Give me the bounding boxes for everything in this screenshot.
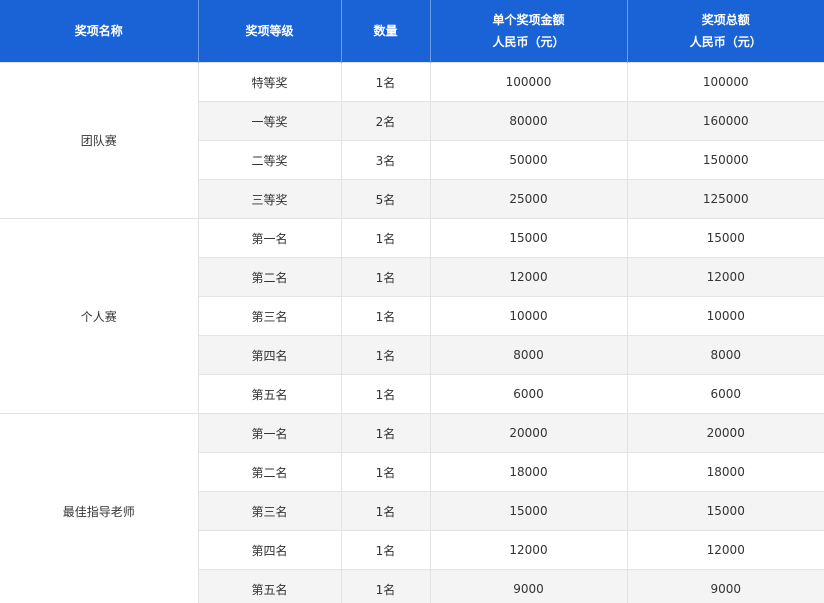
total-amount-cell: 15000	[626, 218, 824, 258]
prize-level-cell: 第五名	[198, 374, 342, 414]
header-row: 奖项名称 奖项等级 数量 单个奖项金额 人民币（元） 奖项总额 人民币（元）	[0, 0, 824, 63]
prize-level-cell: 三等奖	[198, 179, 342, 219]
unit-amount-cell: 80000	[429, 101, 628, 141]
table-body: 团队赛 特等奖 1名 100000 100000 一等奖 2名 80000 160000 二等奖 3…	[0, 62, 824, 603]
total-amount-cell: 9000	[626, 569, 824, 603]
header-prize-level: 奖项等级	[197, 0, 342, 63]
prize-level-cell: 二等奖	[198, 140, 342, 180]
unit-amount-cell: 25000	[429, 179, 628, 219]
total-amount-cell: 20000	[626, 413, 824, 453]
prize-table: 奖项名称 奖项等级 数量 单个奖项金额 人民币（元） 奖项总额 人民币（元） 团…	[0, 0, 824, 603]
total-amount-cell: 18000	[626, 452, 824, 492]
prize-level-cell: 特等奖	[197, 62, 342, 102]
unit-amount-cell: 9000	[429, 569, 628, 603]
prize-level-cell: 第二名	[198, 452, 342, 492]
unit-amount-cell: 12000	[429, 530, 628, 570]
prize-level-cell: 第四名	[198, 335, 342, 375]
quantity-cell: 1名	[340, 374, 431, 414]
total-amount-cell: 12000	[626, 530, 824, 570]
unit-amount-cell: 50000	[429, 140, 628, 180]
unit-amount-cell: 12000	[429, 257, 628, 297]
unit-amount-cell: 15000	[429, 491, 628, 531]
quantity-cell: 1名	[340, 452, 431, 492]
prize-level-cell: 第一名	[197, 218, 342, 258]
header-prize-name: 奖项名称	[0, 0, 199, 63]
total-amount-cell: 8000	[626, 335, 824, 375]
total-amount-cell: 150000	[626, 140, 824, 180]
prize-level-cell: 第三名	[198, 491, 342, 531]
total-amount-cell: 15000	[626, 491, 824, 531]
quantity-cell: 2名	[340, 101, 431, 141]
quantity-cell: 1名	[340, 296, 431, 336]
prize-group-name: 最佳指导老师	[0, 413, 199, 603]
quantity-cell: 1名	[340, 491, 431, 531]
quantity-cell: 1名	[340, 218, 431, 258]
prize-level-cell: 第一名	[197, 413, 342, 453]
header-unit-amount-title: 单个奖项金额	[492, 13, 565, 27]
unit-amount-cell: 20000	[429, 413, 628, 453]
header-total-amount: 奖项总额 人民币（元）	[626, 0, 824, 63]
quantity-cell: 1名	[340, 257, 431, 297]
table-row: 最佳指导老师 第一名 1名 20000 20000	[0, 413, 824, 603]
total-amount-cell: 160000	[626, 101, 824, 141]
unit-amount-cell: 6000	[429, 374, 628, 414]
quantity-cell: 1名	[340, 335, 431, 375]
unit-amount-cell: 8000	[429, 335, 628, 375]
total-amount-cell: 12000	[626, 257, 824, 297]
unit-amount-cell: 100000	[429, 62, 628, 102]
quantity-cell: 1名	[340, 569, 431, 603]
prize-group-name: 团队赛	[0, 62, 199, 219]
header-unit-amount: 单个奖项金额 人民币（元）	[429, 0, 628, 63]
total-amount-cell: 10000	[626, 296, 824, 336]
header-unit-amount-currency: 人民币（元）	[492, 35, 565, 49]
prize-group-name: 个人赛	[0, 218, 199, 414]
header-quantity: 数量	[340, 0, 431, 63]
total-amount-cell: 6000	[626, 374, 824, 414]
unit-amount-cell: 10000	[429, 296, 628, 336]
quantity-cell: 1名	[340, 413, 431, 453]
unit-amount-cell: 18000	[429, 452, 628, 492]
total-amount-cell: 125000	[626, 179, 824, 219]
prize-level-cell: 第四名	[198, 530, 342, 570]
prize-level-cell: 第三名	[198, 296, 342, 336]
quantity-cell: 1名	[340, 62, 431, 102]
quantity-cell: 3名	[340, 140, 431, 180]
header-total-amount-title: 奖项总额	[701, 13, 750, 27]
prize-level-cell: 第二名	[198, 257, 342, 297]
unit-amount-cell: 15000	[429, 218, 628, 258]
quantity-cell: 1名	[340, 530, 431, 570]
prize-level-cell: 一等奖	[198, 101, 342, 141]
total-amount-cell: 100000	[626, 62, 824, 102]
header-total-amount-currency: 人民币（元）	[689, 35, 762, 49]
quantity-cell: 5名	[340, 179, 431, 219]
table-row: 团队赛 特等奖 1名 100000 100000	[0, 62, 824, 219]
table-row: 个人赛 第一名 1名 15000 15000	[0, 218, 824, 414]
table-header: 奖项名称 奖项等级 数量 单个奖项金额 人民币（元） 奖项总额 人民币（元）	[0, 0, 824, 63]
prize-level-cell: 第五名	[198, 569, 342, 603]
